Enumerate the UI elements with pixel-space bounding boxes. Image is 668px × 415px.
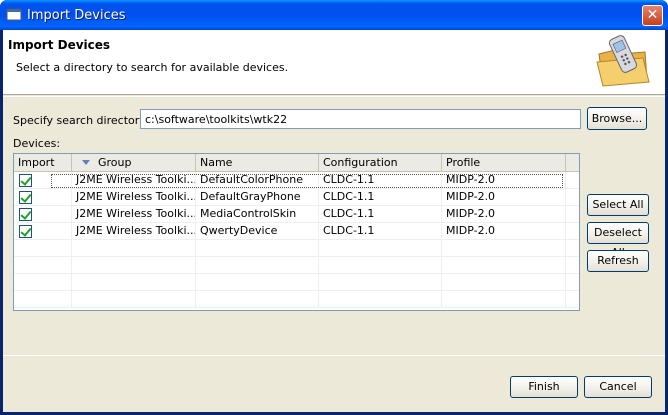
empty-cell xyxy=(72,274,196,291)
table-row[interactable]: J2ME Wireless Toolki... DefaultGrayPhone… xyxy=(14,189,579,206)
select-all-button[interactable]: Select All xyxy=(587,194,649,216)
empty-cell xyxy=(319,274,442,291)
focus-rectangle xyxy=(51,174,563,188)
empty-cell xyxy=(319,257,442,274)
empty-cell xyxy=(196,291,319,308)
dialog-body: Import Devices Select a directory to sea… xyxy=(3,30,665,412)
search-directory-input[interactable]: c:\software\toolkits\wtk22 xyxy=(140,109,581,129)
table-header: Import Group Name Configuration Profile xyxy=(14,154,579,172)
table-row[interactable]: J2ME Wireless Toolki... QwertyDevice CLD… xyxy=(14,223,579,240)
import-checkbox[interactable] xyxy=(19,174,32,187)
import-checkbox[interactable] xyxy=(19,191,32,204)
import-devices-dialog: Import Devices ✕ Import Devices Select a… xyxy=(0,0,668,415)
refresh-button[interactable]: Refresh xyxy=(587,250,649,272)
import-checkbox[interactable] xyxy=(19,208,32,221)
group-cell: J2ME Wireless Toolki... xyxy=(72,189,196,206)
empty-row xyxy=(14,257,579,274)
devices-label: Devices: xyxy=(13,137,61,150)
finish-button[interactable]: Finish xyxy=(510,376,578,398)
empty-cell xyxy=(442,240,566,257)
import-cell[interactable] xyxy=(14,223,72,240)
profile-cell: MIDP-2.0 xyxy=(442,206,566,223)
column-label: Group xyxy=(98,156,132,169)
empty-cell xyxy=(14,240,72,257)
banner-separator xyxy=(3,96,665,97)
column-header-import[interactable]: Import xyxy=(14,154,72,171)
window-icon xyxy=(6,8,22,21)
empty-cell xyxy=(14,257,72,274)
empty-cell xyxy=(14,274,72,291)
column-label: Import xyxy=(18,156,55,169)
table-row[interactable]: J2ME Wireless Toolki... MediaControlSkin… xyxy=(14,206,579,223)
empty-cell xyxy=(196,274,319,291)
configuration-cell: CLDC-1.1 xyxy=(319,223,442,240)
profile-cell: MIDP-2.0 xyxy=(442,189,566,206)
name-cell: QwertyDevice xyxy=(196,223,319,240)
banner-title: Import Devices xyxy=(8,38,111,52)
group-cell: J2ME Wireless Toolki... xyxy=(72,206,196,223)
column-label: Name xyxy=(200,156,233,169)
header-banner: Import Devices Select a directory to sea… xyxy=(3,30,665,95)
footer-separator xyxy=(3,355,665,356)
empty-cell xyxy=(442,291,566,308)
column-header-configuration[interactable]: Configuration xyxy=(319,154,442,171)
empty-cell xyxy=(319,291,442,308)
sort-descending-icon xyxy=(82,160,90,165)
empty-row xyxy=(14,291,579,308)
empty-cell xyxy=(72,240,196,257)
column-header-group[interactable]: Group xyxy=(72,154,196,171)
title-bar[interactable]: Import Devices ✕ xyxy=(0,0,668,30)
table-row[interactable]: J2ME Wireless Toolki... DefaultColorPhon… xyxy=(14,172,579,189)
empty-cell xyxy=(72,291,196,308)
configuration-cell: CLDC-1.1 xyxy=(319,189,442,206)
profile-cell: MIDP-2.0 xyxy=(442,223,566,240)
empty-cell xyxy=(319,240,442,257)
empty-cell xyxy=(196,240,319,257)
column-header-profile[interactable]: Profile xyxy=(442,154,566,171)
column-header-name[interactable]: Name xyxy=(196,154,319,171)
window-title: Import Devices xyxy=(27,8,126,23)
close-button[interactable]: ✕ xyxy=(642,5,663,26)
browse-button[interactable]: Browse... xyxy=(587,107,647,130)
import-cell[interactable] xyxy=(14,206,72,223)
column-label: Profile xyxy=(446,156,481,169)
phone-folder-icon xyxy=(596,35,650,87)
empty-row xyxy=(14,274,579,291)
column-label: Configuration xyxy=(323,156,398,169)
empty-cell xyxy=(442,257,566,274)
empty-cell xyxy=(72,257,196,274)
empty-cell xyxy=(196,257,319,274)
devices-table[interactable]: Import Group Name Configuration Profile … xyxy=(13,153,580,311)
empty-cell xyxy=(442,274,566,291)
name-cell: MediaControlSkin xyxy=(196,206,319,223)
import-cell[interactable] xyxy=(14,189,72,206)
empty-cell xyxy=(14,291,72,308)
group-cell: J2ME Wireless Toolki... xyxy=(72,223,196,240)
deselect-all-button[interactable]: Deselect All xyxy=(587,222,649,259)
empty-row xyxy=(14,240,579,257)
import-checkbox[interactable] xyxy=(19,225,32,238)
cancel-button[interactable]: Cancel xyxy=(584,376,652,398)
configuration-cell: CLDC-1.1 xyxy=(319,206,442,223)
banner-description: Select a directory to search for availab… xyxy=(16,61,289,74)
name-cell: DefaultGrayPhone xyxy=(196,189,319,206)
search-directory-label: Specify search directory: xyxy=(13,114,149,127)
